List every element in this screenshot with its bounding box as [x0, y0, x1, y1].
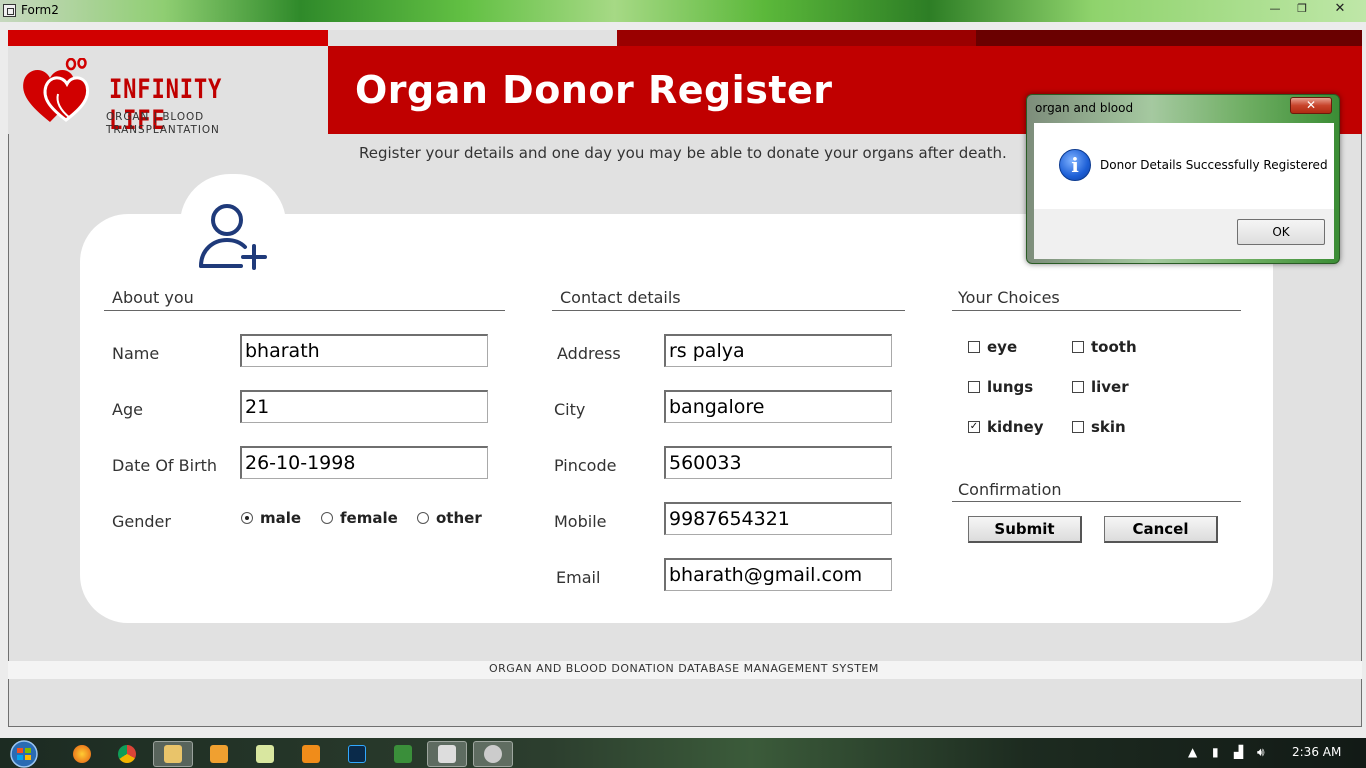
media-player-icon[interactable]	[199, 741, 239, 767]
window-title: Form2	[21, 3, 59, 17]
app-installer-icon[interactable]	[383, 741, 423, 767]
hearts-logo-icon	[23, 58, 90, 122]
form-app-icon[interactable]	[427, 741, 467, 767]
gender-option-label: male	[260, 509, 302, 527]
name-field[interactable]: bharath	[240, 334, 488, 367]
top-red-strip	[8, 30, 328, 46]
windows-start-icon[interactable]	[4, 740, 44, 768]
app-window-taskbar-icon[interactable]	[473, 741, 513, 767]
choices-section-rule	[952, 310, 1241, 311]
about-section-title: About you	[112, 288, 194, 307]
page-title: Organ Donor Register	[355, 68, 833, 112]
minimize-button[interactable]: —	[1262, 1, 1288, 18]
message-box-title: organ and blood	[1035, 101, 1134, 115]
page-subtitle: Register your details and one day you ma…	[359, 144, 1007, 162]
app-window-icon	[3, 4, 16, 17]
mobile-field[interactable]: 9987654321	[664, 502, 892, 535]
choice-kidney[interactable]: ✓ kidney	[968, 418, 1043, 436]
dob-label: Date Of Birth	[112, 456, 218, 475]
radio-empty-icon	[417, 512, 429, 524]
window-titlebar: Form2 — ❐ ✕	[0, 0, 1366, 22]
choice-label: liver	[1091, 378, 1129, 396]
ok-button[interactable]: OK	[1237, 219, 1325, 245]
choice-skin[interactable]: skin	[1072, 418, 1126, 436]
address-field[interactable]: rs palya	[664, 334, 892, 367]
city-label: City	[554, 400, 586, 419]
form-client-area: INFINITY LIFE ORGAN | BLOOD TRANSPLANTAT…	[0, 22, 1366, 738]
contact-section-rule	[552, 310, 905, 311]
confirmation-section-title: Confirmation	[958, 480, 1062, 499]
footer-text: ORGAN AND BLOOD DONATION DATABASE MANAGE…	[489, 662, 879, 675]
age-label: Age	[112, 400, 143, 419]
radio-empty-icon	[321, 512, 333, 524]
message-box-dialog: organ and blood ✕ i Donor Details Succes…	[1026, 94, 1340, 264]
choice-lungs[interactable]: lungs	[968, 378, 1033, 396]
photoshop-icon[interactable]	[337, 741, 377, 767]
pincode-label: Pincode	[554, 456, 617, 475]
radio-selected-icon	[241, 512, 253, 524]
logo-tagline: ORGAN | BLOOD TRANSPLANTATION	[106, 110, 220, 136]
choice-label: tooth	[1091, 338, 1137, 356]
maximize-button[interactable]: ❐	[1289, 1, 1315, 18]
checkbox-checked-icon: ✓	[968, 421, 980, 433]
message-box-close-button[interactable]: ✕	[1290, 97, 1332, 114]
battery-icon[interactable]: ▮	[1212, 745, 1219, 759]
cancel-button[interactable]: Cancel	[1104, 516, 1218, 543]
close-button[interactable]: ✕	[1320, 1, 1360, 18]
gender-radio-male[interactable]: male	[241, 509, 301, 527]
choice-label: kidney	[987, 418, 1044, 436]
signal-icon[interactable]: ▟	[1234, 745, 1243, 759]
taskbar-clock[interactable]: 2:36 AM	[1292, 745, 1341, 759]
volume-icon[interactable]: 🔊︎	[1257, 745, 1265, 760]
file-explorer-icon[interactable]	[153, 741, 193, 767]
city-field[interactable]: bangalore	[664, 390, 892, 423]
gender-label: Gender	[112, 512, 171, 531]
checkbox-icon	[1072, 381, 1084, 393]
email-field[interactable]: bharath@gmail.com	[664, 558, 892, 591]
choice-eye[interactable]: eye	[968, 338, 1017, 356]
top-maroon-strip	[976, 30, 1362, 46]
name-label: Name	[112, 344, 160, 363]
top-darkred-strip	[617, 30, 977, 46]
choice-label: eye	[987, 338, 1018, 356]
choice-tooth[interactable]: tooth	[1072, 338, 1137, 356]
address-label: Address	[557, 344, 621, 363]
email-label: Email	[556, 568, 601, 587]
gender-radio-other[interactable]: other	[417, 509, 482, 527]
gender-option-label: other	[436, 509, 482, 527]
checkbox-icon	[968, 341, 980, 353]
about-section-rule	[104, 310, 505, 311]
dob-field[interactable]: 26-10-1998	[240, 446, 488, 479]
message-box-body: i Donor Details Successfully Registered	[1034, 123, 1334, 209]
checkbox-icon	[968, 381, 980, 393]
add-user-icon	[199, 204, 267, 270]
age-field[interactable]: 21	[240, 390, 488, 423]
choices-section-title: Your Choices	[958, 288, 1060, 307]
choice-label: lungs	[987, 378, 1034, 396]
choice-label: skin	[1091, 418, 1126, 436]
sublime-text-icon[interactable]	[291, 741, 331, 767]
message-box-text: Donor Details Successfully Registered	[1100, 158, 1328, 172]
mobile-label: Mobile	[554, 512, 607, 531]
confirmation-section-rule	[952, 501, 1241, 502]
pincode-field[interactable]: 560033	[664, 446, 892, 479]
tray-expand-icon[interactable]: ▲	[1188, 745, 1197, 759]
chrome-icon[interactable]	[107, 741, 147, 767]
firefox-icon[interactable]	[62, 741, 102, 767]
submit-button[interactable]: Submit	[968, 516, 1082, 543]
checkbox-icon	[1072, 421, 1084, 433]
notepad-icon[interactable]	[245, 741, 285, 767]
gender-radio-female[interactable]: female	[321, 509, 398, 527]
contact-section-title: Contact details	[560, 288, 681, 307]
checkbox-icon	[1072, 341, 1084, 353]
info-icon: i	[1059, 149, 1091, 181]
gender-option-label: female	[340, 509, 398, 527]
choice-liver[interactable]: liver	[1072, 378, 1129, 396]
message-box-footer: OK	[1034, 209, 1334, 259]
logo-panel: INFINITY LIFE ORGAN | BLOOD TRANSPLANTAT…	[8, 46, 328, 136]
